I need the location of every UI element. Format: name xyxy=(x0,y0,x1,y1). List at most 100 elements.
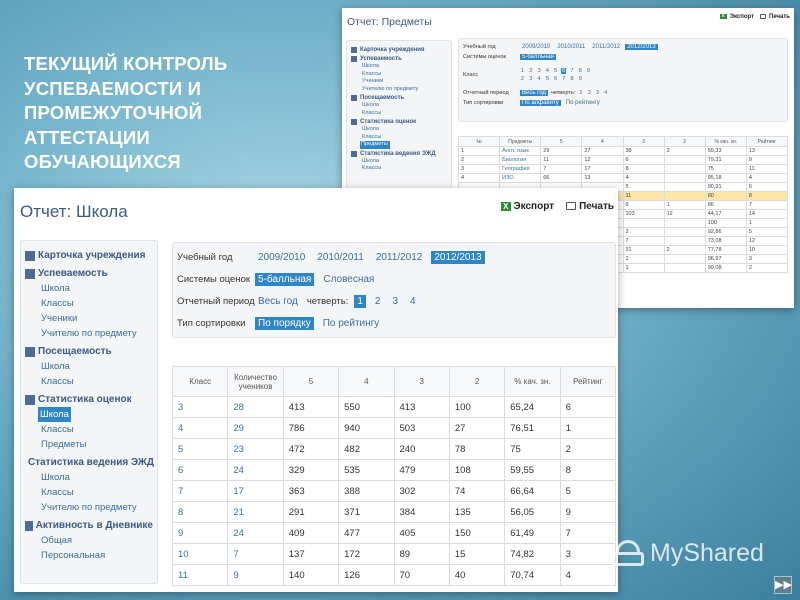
sidebar-section-header[interactable]: Карточка учреждения xyxy=(351,46,447,54)
class-option[interactable]: 8 xyxy=(569,76,574,82)
filter-option[interactable]: 2009/2010 xyxy=(520,44,552,50)
table-cell-link[interactable]: География xyxy=(499,164,542,174)
sidebar-item[interactable]: Школа xyxy=(351,158,447,166)
sidebar-item[interactable]: Классы xyxy=(351,165,447,173)
filter-option[interactable]: 5-балльная xyxy=(520,54,556,60)
sidebar-item[interactable]: Школа xyxy=(351,63,447,71)
class-option[interactable]: 3 xyxy=(536,68,541,74)
sidebar-item[interactable]: Классы xyxy=(25,485,153,500)
class-option[interactable]: 7 xyxy=(561,76,566,82)
export-button[interactable]: X Экспорт xyxy=(719,14,754,20)
class-option[interactable]: 1 xyxy=(520,68,525,74)
sidebar-item[interactable]: Школа xyxy=(351,126,447,134)
class-option[interactable]: 2 xyxy=(520,76,525,82)
table-cell-link[interactable]: 7 xyxy=(227,543,284,565)
sidebar-item[interactable]: Школа xyxy=(25,359,153,374)
filter-option[interactable]: По алфавиту xyxy=(520,100,561,106)
table-cell-link[interactable]: 21 xyxy=(227,501,284,523)
quarter-option[interactable]: 4 xyxy=(407,295,419,308)
sidebar-item[interactable]: Классы xyxy=(351,134,447,142)
sidebar-item[interactable]: Школа xyxy=(25,470,153,485)
table-cell-link[interactable]: 6 xyxy=(171,459,229,481)
sidebar-item[interactable]: Персональная xyxy=(25,548,153,563)
filter-option[interactable]: По рейтингу xyxy=(320,317,383,330)
quarter-option[interactable]: 3 xyxy=(595,90,600,96)
sidebar-item[interactable]: Предметы xyxy=(25,437,153,452)
class-option[interactable]: 5 xyxy=(553,68,558,74)
sidebar-section-header[interactable]: Активность в Дневнике xyxy=(25,518,153,533)
quarter-option[interactable]: 2 xyxy=(587,90,592,96)
class-option[interactable]: 5 xyxy=(545,76,550,82)
sidebar-section-header[interactable]: Успеваемость xyxy=(25,266,153,281)
period-all-option[interactable]: Весь год xyxy=(255,295,301,308)
class-option[interactable]: 9 xyxy=(578,76,583,82)
class-option[interactable]: 6 xyxy=(561,68,567,74)
table-cell-link[interactable]: 11 xyxy=(171,564,229,586)
table-cell-link[interactable]: ИЗО xyxy=(499,173,542,183)
filter-option[interactable]: По порядку xyxy=(255,316,314,330)
filter-option[interactable]: 2010/2011 xyxy=(314,251,367,264)
filter-option[interactable]: Словесная xyxy=(320,273,377,286)
class-option[interactable]: 8 xyxy=(578,68,583,74)
sidebar-item[interactable]: Школа xyxy=(351,102,447,110)
quarter-option[interactable]: 1 xyxy=(578,90,583,96)
table-cell-link[interactable]: 24 xyxy=(227,522,284,544)
sidebar-item[interactable]: Предметы xyxy=(360,141,390,149)
sidebar-section-header[interactable]: Статистика ведения ЭЖД xyxy=(25,455,154,470)
quarter-option[interactable]: 4 xyxy=(603,90,608,96)
filter-option[interactable]: 2012/2013 xyxy=(431,250,485,264)
sidebar-section-header[interactable]: Посещаемость xyxy=(351,94,447,102)
table-cell-link[interactable]: 9 xyxy=(227,564,284,586)
sidebar-item[interactable]: Школа xyxy=(25,281,153,296)
class-option[interactable]: 2 xyxy=(528,68,533,74)
sidebar-item[interactable]: Классы xyxy=(351,110,447,118)
sidebar-item[interactable]: Учителю по предмету xyxy=(351,86,447,94)
sidebar-section-header[interactable]: Статистика оценок xyxy=(351,118,447,126)
filter-option[interactable]: 2009/2010 xyxy=(255,251,308,264)
table-cell-link[interactable]: 3 xyxy=(171,396,229,418)
period-all-option[interactable]: Весь год xyxy=(520,90,548,96)
sidebar-section-header[interactable]: Статистика ведения ЭЖД xyxy=(351,150,447,158)
filter-option[interactable]: 5-балльная xyxy=(255,272,315,286)
sidebar-section-header[interactable]: Посещаемость xyxy=(25,344,153,359)
quarter-option[interactable]: 2 xyxy=(372,295,384,308)
table-cell-link[interactable]: 9 xyxy=(171,522,229,544)
print-button[interactable]: Печать xyxy=(760,14,790,20)
sidebar-section-header[interactable]: Успеваемость xyxy=(351,55,447,63)
sidebar-section-header[interactable]: Карточка учреждения xyxy=(25,248,153,263)
sidebar-item[interactable]: Классы xyxy=(25,296,153,311)
table-cell-link[interactable]: Англ. язык xyxy=(499,146,542,156)
fast-forward-icon[interactable]: ▶▶ xyxy=(774,576,792,594)
sidebar-item[interactable]: Ученики xyxy=(351,78,447,86)
table-cell-link[interactable]: 23 xyxy=(227,438,284,460)
sidebar-item[interactable]: Общая xyxy=(25,533,153,548)
filter-option[interactable]: 2011/2012 xyxy=(373,251,426,264)
print-button[interactable]: Печать xyxy=(566,201,614,212)
sidebar-item[interactable]: Школа xyxy=(38,407,71,422)
class-option[interactable]: 4 xyxy=(545,68,550,74)
sidebar-item[interactable]: Учителю по предмету xyxy=(25,500,153,515)
sidebar-item[interactable]: Ученики xyxy=(25,311,153,326)
class-option[interactable]: 7 xyxy=(569,68,574,74)
sidebar-item[interactable]: Учителю по предмету xyxy=(25,326,153,341)
table-cell-link[interactable]: 29 xyxy=(227,417,284,439)
table-cell-link[interactable]: 5 xyxy=(171,438,229,460)
class-option[interactable]: 9 xyxy=(586,68,591,74)
quarter-option[interactable]: 1 xyxy=(354,294,366,308)
export-button[interactable]: X Экспорт xyxy=(501,201,554,212)
class-option[interactable]: 3 xyxy=(528,76,533,82)
table-cell-link[interactable]: 28 xyxy=(227,396,284,418)
filter-option[interactable]: По рейтингу xyxy=(564,100,602,106)
quarter-option[interactable]: 3 xyxy=(389,295,401,308)
table-cell-link[interactable]: 24 xyxy=(227,459,284,481)
table-cell-link[interactable]: Биология xyxy=(499,155,542,165)
sidebar-item[interactable]: Классы xyxy=(25,374,153,389)
class-option[interactable]: 4 xyxy=(536,76,541,82)
table-cell-link[interactable]: 8 xyxy=(171,501,229,523)
table-cell-link[interactable]: 10 xyxy=(171,543,229,565)
sidebar-item[interactable]: Классы xyxy=(25,422,153,437)
table-cell-link[interactable]: 4 xyxy=(171,417,229,439)
sidebar-item[interactable]: Классы xyxy=(351,71,447,79)
filter-option[interactable]: 2012/2013 xyxy=(625,44,658,50)
table-cell-link[interactable]: 7 xyxy=(171,480,229,502)
